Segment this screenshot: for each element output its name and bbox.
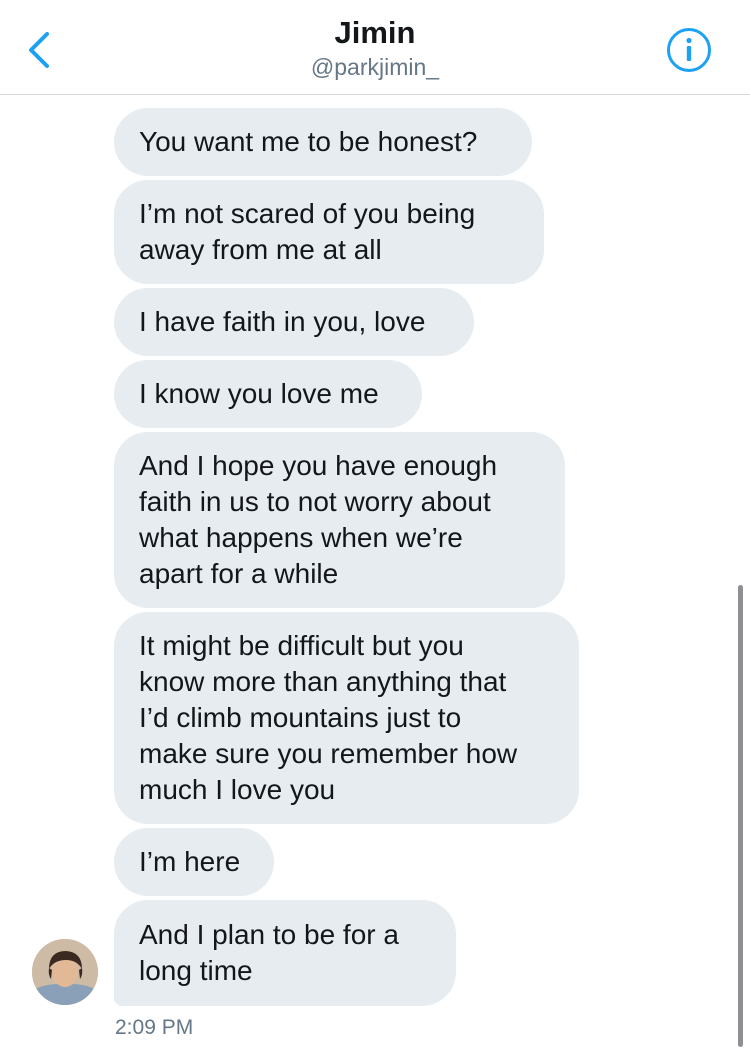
message-bubble[interactable]: You want me to be honest? <box>114 108 532 176</box>
message-text: away from me at all <box>139 234 382 265</box>
message-text: what happens when we’re <box>139 522 463 553</box>
message-text: I’d climb mountains just to <box>139 702 462 733</box>
message-text: You want me to be honest? <box>139 126 478 157</box>
message-text: I know you love me <box>139 378 379 409</box>
message-bubble[interactable]: It might be difficult but you know more … <box>114 612 579 824</box>
message-text: make sure you remember how <box>139 738 518 769</box>
info-circle-icon <box>667 28 711 72</box>
info-button[interactable] <box>666 27 712 73</box>
conversation-title-block[interactable]: Jimin @parkjimin_ <box>0 14 750 82</box>
message-text: It might be difficult but you <box>139 630 464 661</box>
message-text: I have faith in you, love <box>139 306 426 337</box>
message-text: And I hope you have enough <box>139 450 498 481</box>
message-text: apart for a while <box>139 558 339 589</box>
message-text: faith in us to not worry about <box>139 486 491 517</box>
message-text: much I love you <box>139 774 336 805</box>
message-text: I’m here <box>139 846 241 877</box>
message-text: long time <box>139 955 253 986</box>
contact-name: Jimin <box>334 15 416 50</box>
message-bubble[interactable]: I have faith in you, love <box>114 288 474 356</box>
avatar[interactable] <box>32 939 98 1005</box>
message-bubble[interactable]: I know you love me <box>114 360 422 428</box>
message-timestamp: 2:09 PM <box>115 1016 194 1039</box>
message-bubble[interactable]: And I hope you have enough faith in us t… <box>114 432 565 608</box>
contact-handle: @parkjimin_ <box>310 54 440 80</box>
message-text: I’m not scared of you being <box>139 198 476 229</box>
message-text: And I plan to be for a <box>139 919 399 950</box>
scrollbar[interactable] <box>738 585 743 1047</box>
conversation-header: Jimin @parkjimin_ <box>0 0 750 95</box>
message-bubble[interactable]: I’m not scared of you being away from me… <box>114 180 544 284</box>
message-text: know more than anything that <box>139 666 507 697</box>
message-bubble[interactable]: And I plan to be for a long time <box>114 900 456 1006</box>
message-bubble[interactable]: I’m here <box>114 828 274 896</box>
